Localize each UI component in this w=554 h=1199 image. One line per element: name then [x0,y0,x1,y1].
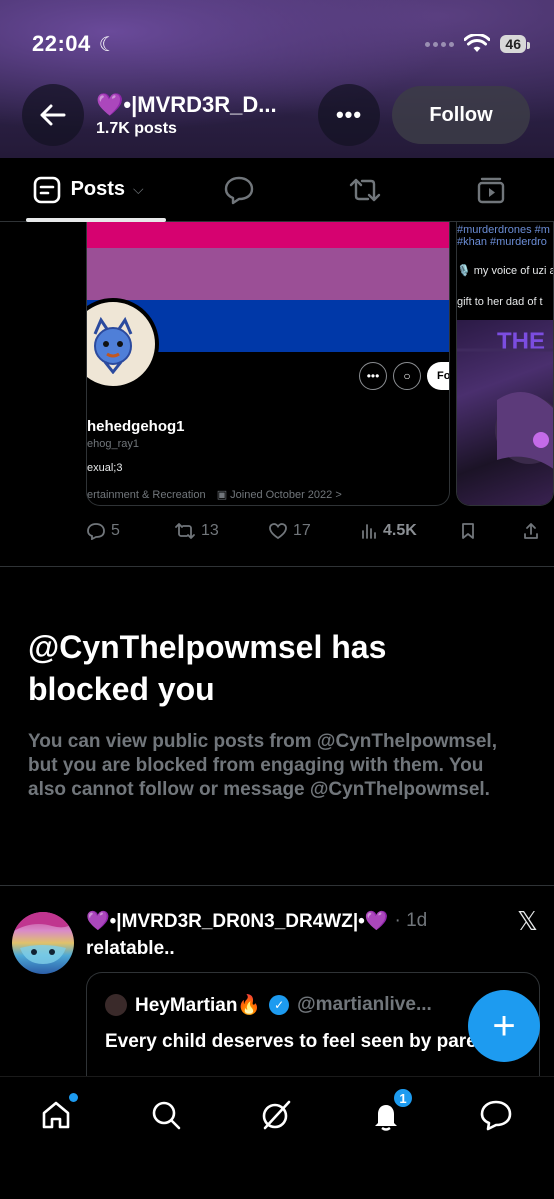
tags-line-2: #khan #murderdro [457,236,547,248]
back-arrow-icon [40,104,66,126]
x-logo-icon: 𝕏 [517,905,538,936]
avatar-art [12,912,74,964]
more-options-button[interactable]: ••• [318,84,380,146]
status-bar: 22:04 ☾ 46 [32,28,530,60]
blocked-message: You can view public posts from @CynThelp… [28,731,497,800]
divider [0,885,554,886]
media-icon [477,177,505,203]
post-actions: 5 13 17 4.5K [86,516,540,546]
reply-count: 5 [111,522,120,539]
nav-messages[interactable] [478,1097,514,1133]
flag-stripe-purple [87,248,449,300]
bottom-navigation: 1 [0,1076,554,1199]
profile-card-image[interactable]: ••• ○ Fo hehedgehog1 ehog_ray1 exual;3 e… [86,222,450,506]
card-meta: ertainment & Recreation ▣ Joined October… [87,488,342,501]
more-icon: ••• [335,102,363,127]
replies-icon [225,176,254,204]
card-message-icon: ○ [393,362,421,390]
grok-icon [262,1100,291,1130]
post-media[interactable]: ••• ○ Fo hehedgehog1 ehog_ray1 exual;3 e… [86,222,554,506]
clock: 22:04 [32,31,91,56]
nav-notifications[interactable]: 1 [368,1087,414,1133]
tab-posts-label: Posts [70,178,126,200]
home-icon [42,1101,70,1129]
card-more-icon: ••• [359,362,387,390]
bookmark-icon [462,523,474,539]
battery-indicator: 46 [500,35,530,53]
posts-icon [33,176,60,203]
share-icon [524,523,538,539]
nav-search[interactable] [148,1097,184,1133]
quote-header: HeyMartian🔥 ✓ @martianlive... [105,993,432,1017]
card-handle: ehog_ray1 [87,438,139,450]
reply-icon [87,523,105,540]
fan-art-figure [457,348,553,469]
tweet-text: relatable.. [86,938,175,959]
quote-text: Every child deserves to feel seen by par… [105,1031,506,1052]
messages-icon [480,1100,512,1131]
share-button[interactable] [522,522,540,540]
views-icon [362,524,376,539]
tab-posts[interactable]: Posts ⌵ [0,158,176,222]
card-bio: exual;3 [87,462,123,474]
like-button[interactable]: 17 [268,522,360,540]
tab-replies[interactable] [176,158,302,221]
repost-icon [175,523,195,539]
avatar[interactable] [12,912,74,974]
post-count: 1.7K posts [96,120,177,137]
profile-title: 💜•|MVRD3R_D... 1.7K posts [96,92,318,138]
profile-banner: 22:04 ☾ 46 💜•|MVRD3R_D... 1.7K posts •••… [0,0,554,158]
chevron-down-icon: ⌵ [133,181,144,197]
caption-line-2: gift to her dad of t [457,296,543,308]
verified-badge-icon: ✓ [269,995,290,1015]
calendar-icon: ▣ [216,489,228,501]
tweet-header: 💜•|MVRD3R_DR0N3_DR4WZ|•💜 · 1d 𝕏 [86,906,538,936]
tab-reposts[interactable] [302,158,428,221]
compose-button[interactable]: + [468,990,540,1062]
back-button[interactable] [22,84,84,146]
reposts-icon [349,178,381,201]
card-category: ertainment & Recreation [87,489,206,501]
card-follow-button: Fo [427,362,449,390]
moon-icon: ☾ [98,33,117,56]
views-button[interactable]: 4.5K [360,522,460,540]
tab-media[interactable] [428,158,554,221]
reply-button[interactable]: 5 [86,522,174,540]
views-count: 4.5K [383,522,417,539]
quote-author: HeyMartian🔥 [135,995,262,1016]
profile-tabs: Posts ⌵ [0,158,554,222]
caption-line-1: 🎙️ my voice of uzi a [457,265,554,277]
bookmark-button[interactable] [460,522,522,540]
card-joined: Joined October 2022 > [230,489,342,501]
cat-drawing-icon [93,316,133,374]
flag-stripe-pink [87,222,449,248]
wifi-icon [464,34,491,52]
heart-icon [269,523,287,540]
cellular-icon [425,41,455,47]
notifications-badge: 1 [392,1087,414,1109]
repost-button[interactable]: 13 [174,522,268,540]
nav-home[interactable] [38,1093,78,1133]
blocked-title: @CynThelpowmsel has blocked you [28,629,387,707]
divider [0,566,554,567]
nav-grok[interactable] [258,1097,294,1133]
card-name: hehedgehog1 [87,418,185,435]
quote-handle: @martianlive... [297,994,432,1015]
repost-count: 13 [201,522,219,539]
like-count: 17 [293,522,311,539]
plus-icon: + [492,1003,516,1048]
search-icon [152,1101,181,1130]
follow-button[interactable]: Follow [392,86,530,144]
fan-art-image[interactable]: #murderdrones #m #khan #murderdro 🎙️ my … [456,222,554,506]
tweet-timestamp[interactable]: · 1d [394,910,427,932]
tweet-author[interactable]: 💜•|MVRD3R_DR0N3_DR4WZ|•💜 [86,909,388,933]
fan-art: THE [457,320,553,505]
profile-name: 💜•|MVRD3R_D... [96,92,277,117]
quote-avatar [105,994,127,1016]
home-notification-dot [69,1093,78,1102]
